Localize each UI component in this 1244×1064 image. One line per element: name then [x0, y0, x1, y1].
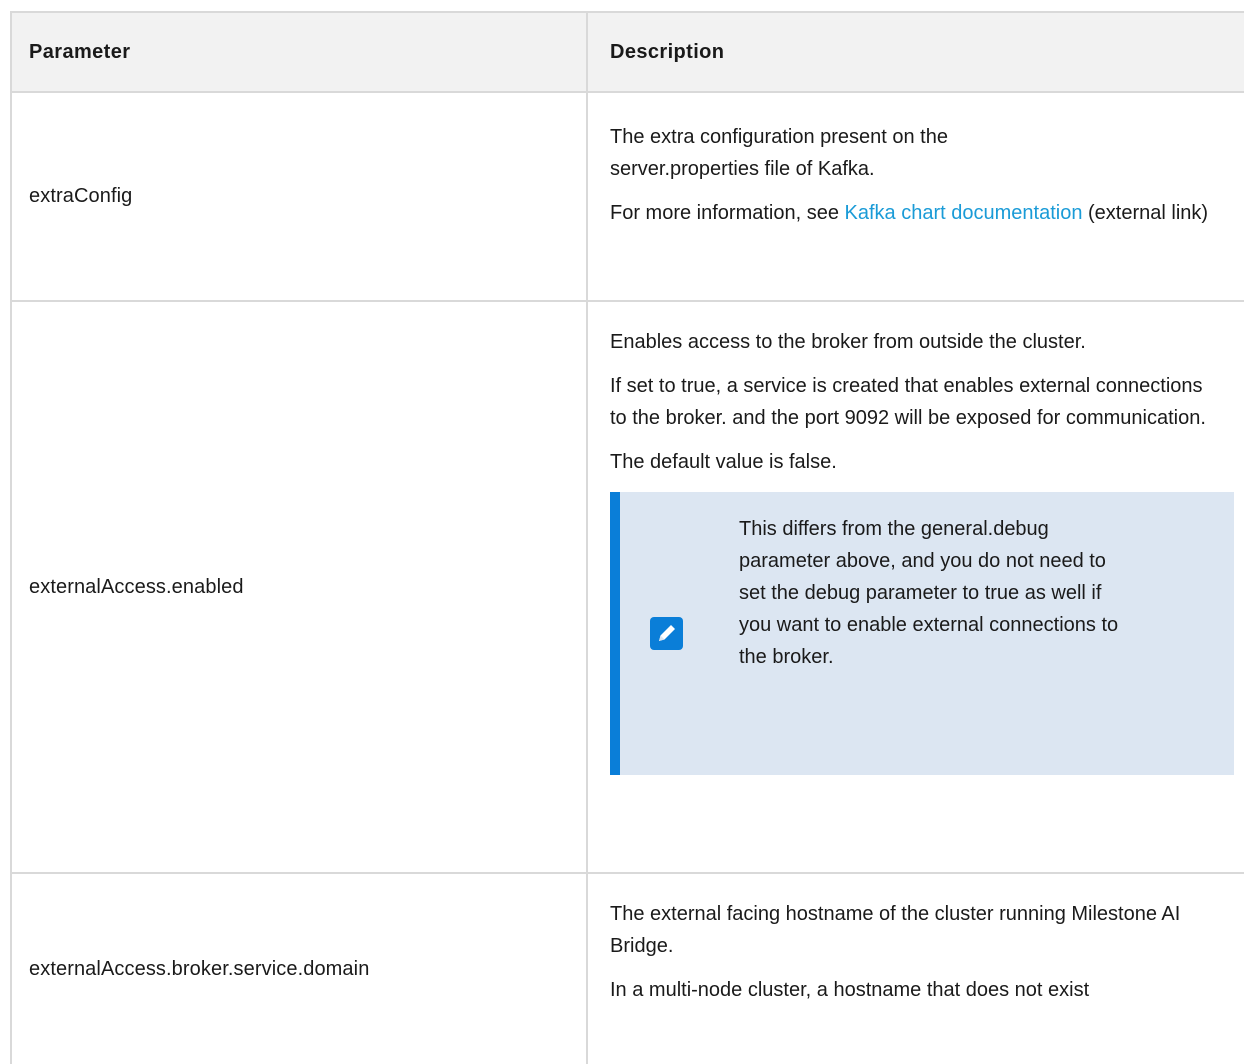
desc-paragraph: The extra configuration present on the s…: [610, 126, 948, 180]
pencil-icon: [650, 617, 683, 650]
param-name: externalAccess.enabled: [12, 302, 588, 872]
desc-paragraph: The external facing hostname of the clus…: [610, 903, 1181, 957]
desc-paragraph: Enables access to the broker from outsid…: [610, 331, 1086, 353]
table-header-row: Parameter Description: [12, 13, 1244, 93]
desc-paragraph-more-info: For more information, see Kafka chart do…: [610, 197, 1220, 229]
table-row: externalAccess.broker.service.domain The…: [12, 874, 1244, 1064]
param-description: The extra configuration present on the s…: [588, 93, 1244, 300]
param-name: externalAccess.broker.service.domain: [12, 874, 588, 1064]
desc-text: (external link): [1082, 202, 1209, 224]
param-description: The external facing hostname of the clus…: [588, 874, 1244, 1064]
kafka-chart-documentation-link[interactable]: Kafka chart documentation: [845, 202, 1083, 224]
desc-paragraph: If set to true, a service is created tha…: [610, 375, 1206, 429]
param-name: extraConfig: [12, 93, 588, 300]
param-description: Enables access to the broker from outsid…: [588, 302, 1244, 872]
header-parameter: Parameter: [12, 13, 588, 91]
header-description: Description: [610, 40, 725, 63]
note-callout: This differs from the general.debug para…: [610, 492, 1234, 775]
parameter-table: Parameter Description extraConfig The ex…: [10, 11, 1244, 1064]
desc-paragraph: In a multi-node cluster, a hostname that…: [610, 979, 1090, 1001]
table-row: externalAccess.enabled Enables access to…: [12, 302, 1244, 874]
note-text: This differs from the general.debug para…: [739, 518, 1119, 668]
table-row: extraConfig The extra configuration pres…: [12, 93, 1244, 302]
desc-paragraph: The default value is false.: [610, 451, 837, 473]
desc-text: For more information, see: [610, 202, 845, 224]
